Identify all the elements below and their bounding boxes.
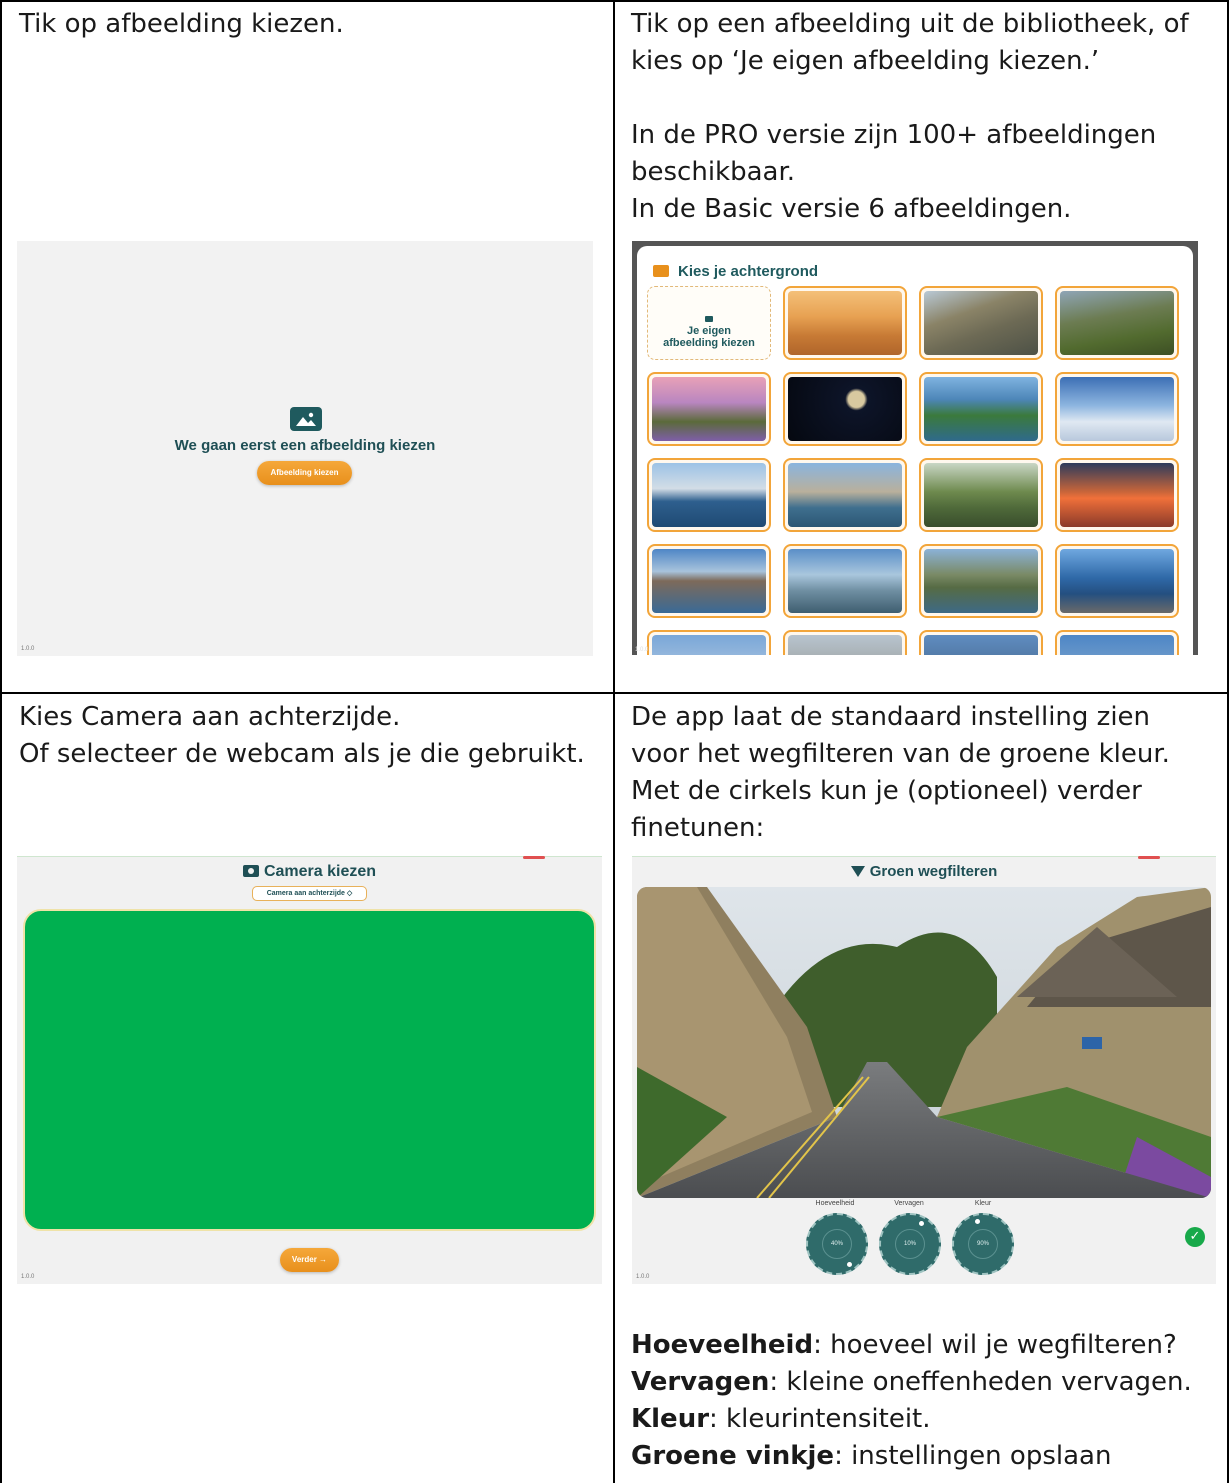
background-tile-row5-4[interactable]	[1055, 630, 1179, 655]
background-tile-tree[interactable]	[647, 372, 771, 446]
background-tile-village[interactable]	[919, 286, 1043, 360]
screenshot-start: We gaan eerst een afbeelding kiezen Afbe…	[17, 241, 593, 656]
camera-icon	[705, 316, 713, 322]
dial-color[interactable]: 90%	[952, 1213, 1014, 1275]
background-tile-river-town[interactable]	[919, 544, 1043, 618]
background-tile-sunset[interactable]	[1055, 458, 1179, 532]
background-tile-saturn[interactable]	[783, 372, 907, 446]
background-tile-row5-1[interactable]	[647, 630, 771, 655]
filter-title: Groen wegfilteren	[632, 863, 1216, 880]
background-tile-row5-3[interactable]	[919, 630, 1043, 655]
dial-amount[interactable]: 40%	[806, 1213, 868, 1275]
background-tile-harbor[interactable]	[647, 458, 771, 532]
table-border-left	[0, 0, 2, 1483]
dial-color-value: 90%	[968, 1229, 998, 1259]
dial-blur[interactable]: 10%	[879, 1213, 941, 1275]
background-tile-windmill[interactable]	[919, 372, 1043, 446]
dial-label-color: Kleur	[974, 1200, 992, 1207]
table-column-divider	[613, 0, 615, 1483]
save-check-button[interactable]: ✓	[1185, 1227, 1205, 1247]
camera-title-text: Camera kiezen	[263, 863, 377, 880]
version-label: 1.0.0	[636, 1274, 650, 1280]
background-tile-desert[interactable]	[783, 286, 907, 360]
filter-title-text: Groen wegfilteren	[869, 863, 998, 880]
dial-label-amount: Hoeveelheid	[815, 1200, 855, 1207]
dial-label-blur: Vervagen	[894, 1200, 924, 1207]
image-icon	[290, 407, 322, 431]
background-tile-clouds[interactable]	[1055, 372, 1179, 446]
screenshot-camera-select: Camera kiezen Camera aan achterzijde ◇ V…	[17, 856, 602, 1284]
background-tile-rocky-shore[interactable]	[783, 544, 907, 618]
background-preview-photo	[637, 887, 1211, 1198]
background-tile-valley[interactable]	[1055, 286, 1179, 360]
background-tile-sea[interactable]	[1055, 544, 1179, 618]
instruction-table: Tik op afbeelding kiezen. We gaan eerst …	[0, 0, 1229, 1483]
background-tile-bridge[interactable]	[783, 458, 907, 532]
own-image-tile[interactable]: Je eigen afbeelding kiezen	[647, 286, 771, 360]
camera-preview	[23, 909, 596, 1231]
picker-header: Kies je achtergrond	[678, 263, 819, 280]
background-tile-lake[interactable]	[647, 544, 771, 618]
legend-item: Vervagen: kleine oneffenheden vervagen.	[631, 1367, 1192, 1397]
version-label: 1.0.0	[635, 647, 649, 653]
cell-2-text: Tik op een afbeelding uit de bibliotheek…	[631, 9, 1189, 224]
camera-select[interactable]: Camera aan achterzijde ◇	[252, 886, 367, 901]
camera-icon	[242, 865, 259, 877]
settings-legend: Hoeveelheid: hoeveel wil je wegfilteren?…	[631, 1327, 1223, 1475]
screenshot-green-filter: Groen wegfilteren Hoeveelheid 40% Vervag…	[632, 856, 1216, 1284]
landscape-icon	[653, 265, 669, 277]
picker-panel: Kies je achtergrond Je eigen afbeelding …	[637, 246, 1193, 655]
cell-1-text: Tik op afbeelding kiezen.	[19, 9, 344, 39]
background-tile-row5-2[interactable]	[783, 630, 907, 655]
camera-title: Camera kiezen	[17, 863, 602, 881]
legend-item: Hoeveelheid: hoeveel wil je wegfilteren?	[631, 1330, 1177, 1360]
choose-image-button[interactable]: Afbeelding kiezen	[257, 461, 352, 485]
screenshot-background-picker: Kies je achtergrond Je eigen afbeelding …	[632, 241, 1198, 655]
top-edge-mark	[1138, 856, 1160, 859]
dial-color-knob[interactable]	[974, 1218, 981, 1225]
start-prompt: We gaan eerst een afbeelding kiezen	[174, 437, 436, 454]
funnel-icon	[850, 866, 865, 877]
legend-item: Kleur: kleurintensiteit.	[631, 1404, 931, 1434]
continue-button[interactable]: Verder →	[280, 1248, 339, 1272]
background-tile-suspension-bridge[interactable]	[919, 458, 1043, 532]
legend-item: Groene vinkje: instellingen opslaan	[631, 1441, 1112, 1471]
cell-4-text: De app laat de standaard instelling zien…	[631, 702, 1170, 843]
dial-amount-knob[interactable]	[846, 1261, 853, 1268]
version-label: 1.0.0	[21, 646, 35, 652]
dial-blur-value: 10%	[895, 1229, 925, 1259]
dial-blur-knob[interactable]	[918, 1220, 925, 1227]
top-edge-mark	[523, 856, 545, 859]
own-image-label: Je eigen afbeelding kiezen	[663, 325, 755, 349]
version-label: 1.0.0	[21, 1274, 35, 1280]
cell-3-text: Kies Camera aan achterzijde. Of selectee…	[19, 702, 585, 769]
dial-amount-value: 40%	[822, 1229, 852, 1259]
